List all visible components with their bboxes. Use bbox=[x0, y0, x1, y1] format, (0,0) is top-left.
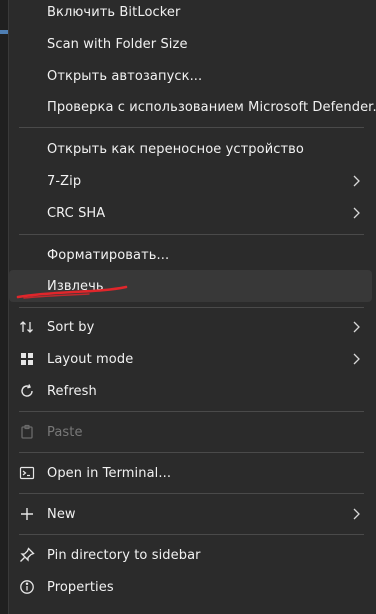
menu-separator bbox=[19, 452, 364, 453]
plus-icon bbox=[15, 504, 39, 524]
refresh-icon bbox=[15, 381, 39, 401]
chevron-right-icon bbox=[350, 351, 362, 367]
menu-item-open-autoplay[interactable]: Открыть автозапуск... bbox=[9, 60, 372, 92]
menu-item-format[interactable]: Форматировать... bbox=[9, 239, 372, 271]
menu-item-crc-sha[interactable]: CRC SHA bbox=[9, 197, 372, 229]
pin-icon bbox=[15, 545, 39, 565]
chevron-right-icon bbox=[350, 173, 362, 189]
menu-item-label: Проверка с использованием Microsoft Defe… bbox=[47, 99, 376, 115]
menu-item-new[interactable]: New bbox=[9, 498, 372, 530]
menu-item-defender-scan[interactable]: Проверка с использованием Microsoft Defe… bbox=[9, 91, 376, 123]
menu-separator bbox=[19, 307, 364, 308]
menu-item-label: Sort by bbox=[47, 319, 95, 335]
terminal-icon bbox=[15, 463, 39, 483]
menu-item-7zip[interactable]: 7-Zip bbox=[9, 165, 372, 197]
menu-item-layout-mode[interactable]: Layout mode bbox=[9, 343, 372, 375]
chevron-right-icon bbox=[350, 319, 362, 335]
menu-item-label: Открыть автозапуск... bbox=[47, 68, 203, 84]
menu-item-paste: Paste bbox=[9, 416, 372, 448]
menu-item-label: Scan with Folder Size bbox=[47, 36, 188, 52]
menu-item-label: 7-Zip bbox=[47, 173, 82, 189]
context-menu: Включить BitLocker Scan with Folder Size… bbox=[8, 0, 376, 614]
red-underline-annotation bbox=[16, 285, 128, 299]
menu-separator bbox=[19, 493, 364, 494]
info-icon bbox=[15, 577, 39, 597]
window-accent-stripe bbox=[0, 30, 8, 34]
menu-item-label: CRC SHA bbox=[47, 205, 106, 221]
menu-item-enable-bitlocker[interactable]: Включить BitLocker bbox=[9, 0, 372, 28]
underlying-window-edge bbox=[0, 0, 8, 614]
layout-icon bbox=[15, 349, 39, 369]
menu-item-sort-by[interactable]: Sort by bbox=[9, 311, 372, 343]
chevron-right-icon bbox=[350, 506, 362, 522]
menu-item-label: Pin directory to sidebar bbox=[47, 547, 201, 563]
sort-icon bbox=[15, 317, 39, 337]
menu-separator bbox=[19, 234, 364, 235]
menu-item-open-in-terminal[interactable]: Open in Terminal... bbox=[9, 457, 372, 489]
menu-separator bbox=[19, 534, 364, 535]
menu-separator bbox=[19, 411, 364, 412]
menu-item-pin-directory[interactable]: Pin directory to sidebar bbox=[9, 539, 372, 571]
menu-item-scan-folder-size[interactable]: Scan with Folder Size bbox=[9, 28, 372, 60]
menu-item-properties[interactable]: Properties bbox=[9, 571, 372, 603]
chevron-right-icon bbox=[350, 205, 362, 221]
menu-item-refresh[interactable]: Refresh bbox=[9, 375, 372, 407]
menu-item-label: Paste bbox=[47, 424, 83, 440]
menu-item-label: Включить BitLocker bbox=[47, 4, 181, 20]
menu-item-label: Открыть как переносное устройство bbox=[47, 141, 304, 157]
menu-item-open-portable-device[interactable]: Открыть как переносное устройство bbox=[9, 133, 372, 165]
menu-item-label: Refresh bbox=[47, 383, 97, 399]
menu-item-label: Layout mode bbox=[47, 351, 134, 367]
menu-item-label: Форматировать... bbox=[47, 247, 170, 263]
menu-separator bbox=[19, 127, 364, 128]
menu-item-label: New bbox=[47, 506, 76, 522]
menu-item-label: Properties bbox=[47, 579, 114, 595]
paste-icon bbox=[15, 422, 39, 442]
menu-item-label: Open in Terminal... bbox=[47, 465, 172, 481]
